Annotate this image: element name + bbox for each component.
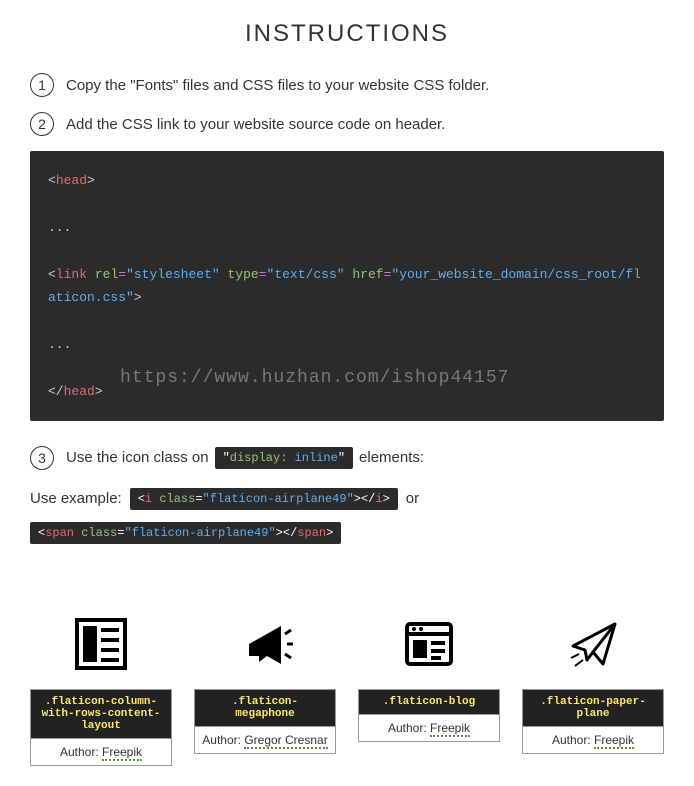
paper-plane-icon [563, 614, 623, 674]
icon-class-label: .flaticon-megaphone [194, 689, 336, 727]
author-box: Author: Freepik [522, 727, 664, 754]
step-1: 1 Copy the "Fonts" files and CSS files t… [30, 73, 664, 97]
step-3: 3 Use the icon class on "display: inline… [30, 446, 664, 470]
step-suffix: elements: [359, 449, 424, 466]
icon-class-label: .flaticon-column-with-rows-content-layou… [30, 689, 172, 739]
author-link[interactable]: Freepik [430, 721, 470, 737]
icon-card-paper-plane: .flaticon-paper-plane Author: Freepik [522, 614, 664, 766]
step-number: 3 [30, 446, 54, 470]
inline-code-i: <i class="flaticon-airplane49"></i> [130, 488, 398, 510]
author-box: Author: Gregor Cresnar [194, 727, 336, 754]
example-line: Use example: <i class="flaticon-airplane… [30, 488, 664, 510]
code-attr: rel [95, 267, 118, 282]
inline-code: "display: inline" [215, 447, 353, 469]
inline-code-span: <span class="flaticon-airplane49"></span… [30, 522, 341, 544]
code-tag: link [56, 267, 87, 282]
icon-card-layout: .flaticon-column-with-rows-content-layou… [30, 614, 172, 766]
code-dots: ... [48, 220, 71, 235]
step-2: 2 Add the CSS link to your website sourc… [30, 112, 664, 136]
step-text: Add the CSS link to your website source … [66, 116, 445, 133]
author-box: Author: Freepik [30, 739, 172, 766]
example-line-2: <span class="flaticon-airplane49"></span… [30, 522, 664, 544]
icon-class-label: .flaticon-blog [358, 689, 500, 715]
column-layout-icon [71, 614, 131, 674]
step-text: Copy the "Fonts" files and CSS files to … [66, 77, 489, 94]
step-number: 2 [30, 112, 54, 136]
step-prefix: Use the icon class on [66, 449, 209, 466]
megaphone-icon [235, 614, 295, 674]
code-dots: ... [48, 337, 71, 352]
code-tag: head [56, 173, 87, 188]
step-number: 1 [30, 73, 54, 97]
icon-card-megaphone: .flaticon-megaphone Author: Gregor Cresn… [194, 614, 336, 766]
step-text: Use the icon class on "display: inline" … [66, 447, 424, 469]
icon-card-blog: .flaticon-blog Author: Freepik [358, 614, 500, 766]
blog-icon [399, 614, 459, 674]
author-link[interactable]: Freepik [102, 745, 142, 761]
author-box: Author: Freepik [358, 715, 500, 742]
code-block: <head> ... <link rel="stylesheet" type="… [30, 151, 664, 421]
code-val: "stylesheet" [126, 267, 220, 282]
author-link[interactable]: Gregor Cresnar [244, 733, 327, 749]
example-label: Use example: [30, 490, 122, 507]
code-attr: type [228, 267, 259, 282]
code-val: "text/css" [267, 267, 345, 282]
code-attr: href [352, 267, 383, 282]
author-link[interactable]: Freepik [594, 733, 634, 749]
example-or: or [406, 490, 419, 507]
code-tag: head [64, 384, 95, 399]
page-title: INSTRUCTIONS [30, 20, 664, 48]
icon-class-label: .flaticon-paper-plane [522, 689, 664, 727]
icon-grid: .flaticon-column-with-rows-content-layou… [30, 614, 664, 766]
